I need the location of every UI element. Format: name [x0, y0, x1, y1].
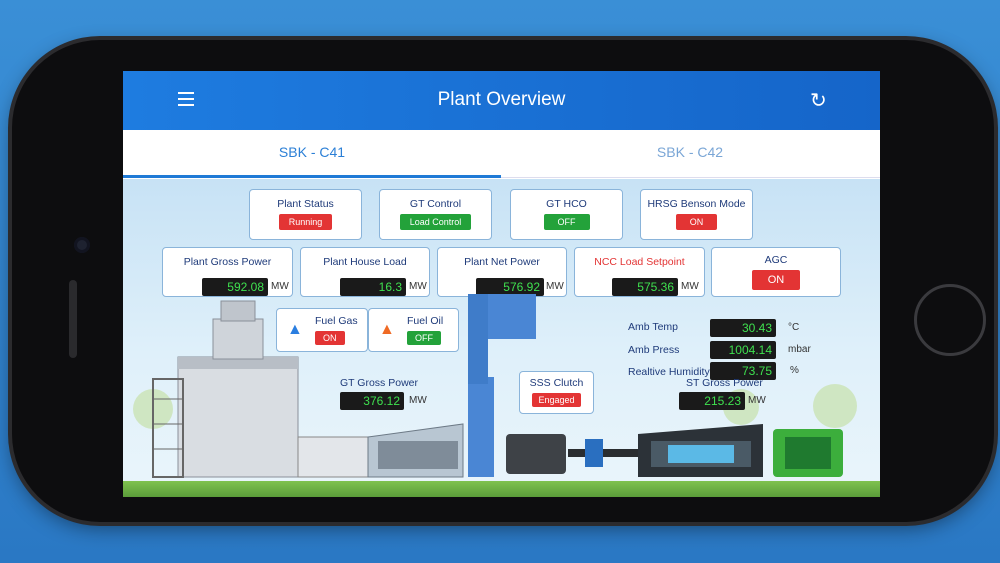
refresh-icon[interactable]: ↻	[810, 88, 827, 113]
tab-sbk-c42[interactable]: SBK - C42	[501, 130, 879, 178]
tab-bar: SBK - C41 SBK - C42	[123, 130, 880, 178]
st-gross-power-unit: MW	[748, 395, 766, 406]
app-screen: Plant Overview ↻ SBK - C41 SBK - C42 Pla…	[123, 71, 880, 497]
st-gross-power-label: ST Gross Power	[686, 377, 763, 389]
plant-equipment-diagram	[152, 294, 843, 478]
gt-gross-power-value: 376.12	[340, 392, 404, 410]
st-gross-power-value: 215.23	[679, 392, 745, 410]
gt-gross-power-label: GT Gross Power	[340, 377, 418, 389]
tab-sbk-c41[interactable]: SBK - C41	[123, 130, 501, 178]
sss-clutch-badge: Engaged	[532, 393, 581, 407]
sss-clutch-card[interactable]: SSS Clutch Engaged	[519, 371, 594, 414]
camera	[74, 237, 90, 253]
plant-scene: Plant Status Running GT Control Load Con…	[123, 179, 880, 497]
gt-gross-power-unit: MW	[409, 395, 427, 406]
ground	[123, 481, 880, 497]
home-button[interactable]	[914, 284, 986, 356]
speaker	[69, 280, 77, 358]
page-title: Plant Overview	[437, 89, 566, 110]
sss-clutch-label: SSS Clutch	[529, 377, 584, 389]
app-bar: Plant Overview ↻	[123, 71, 880, 130]
